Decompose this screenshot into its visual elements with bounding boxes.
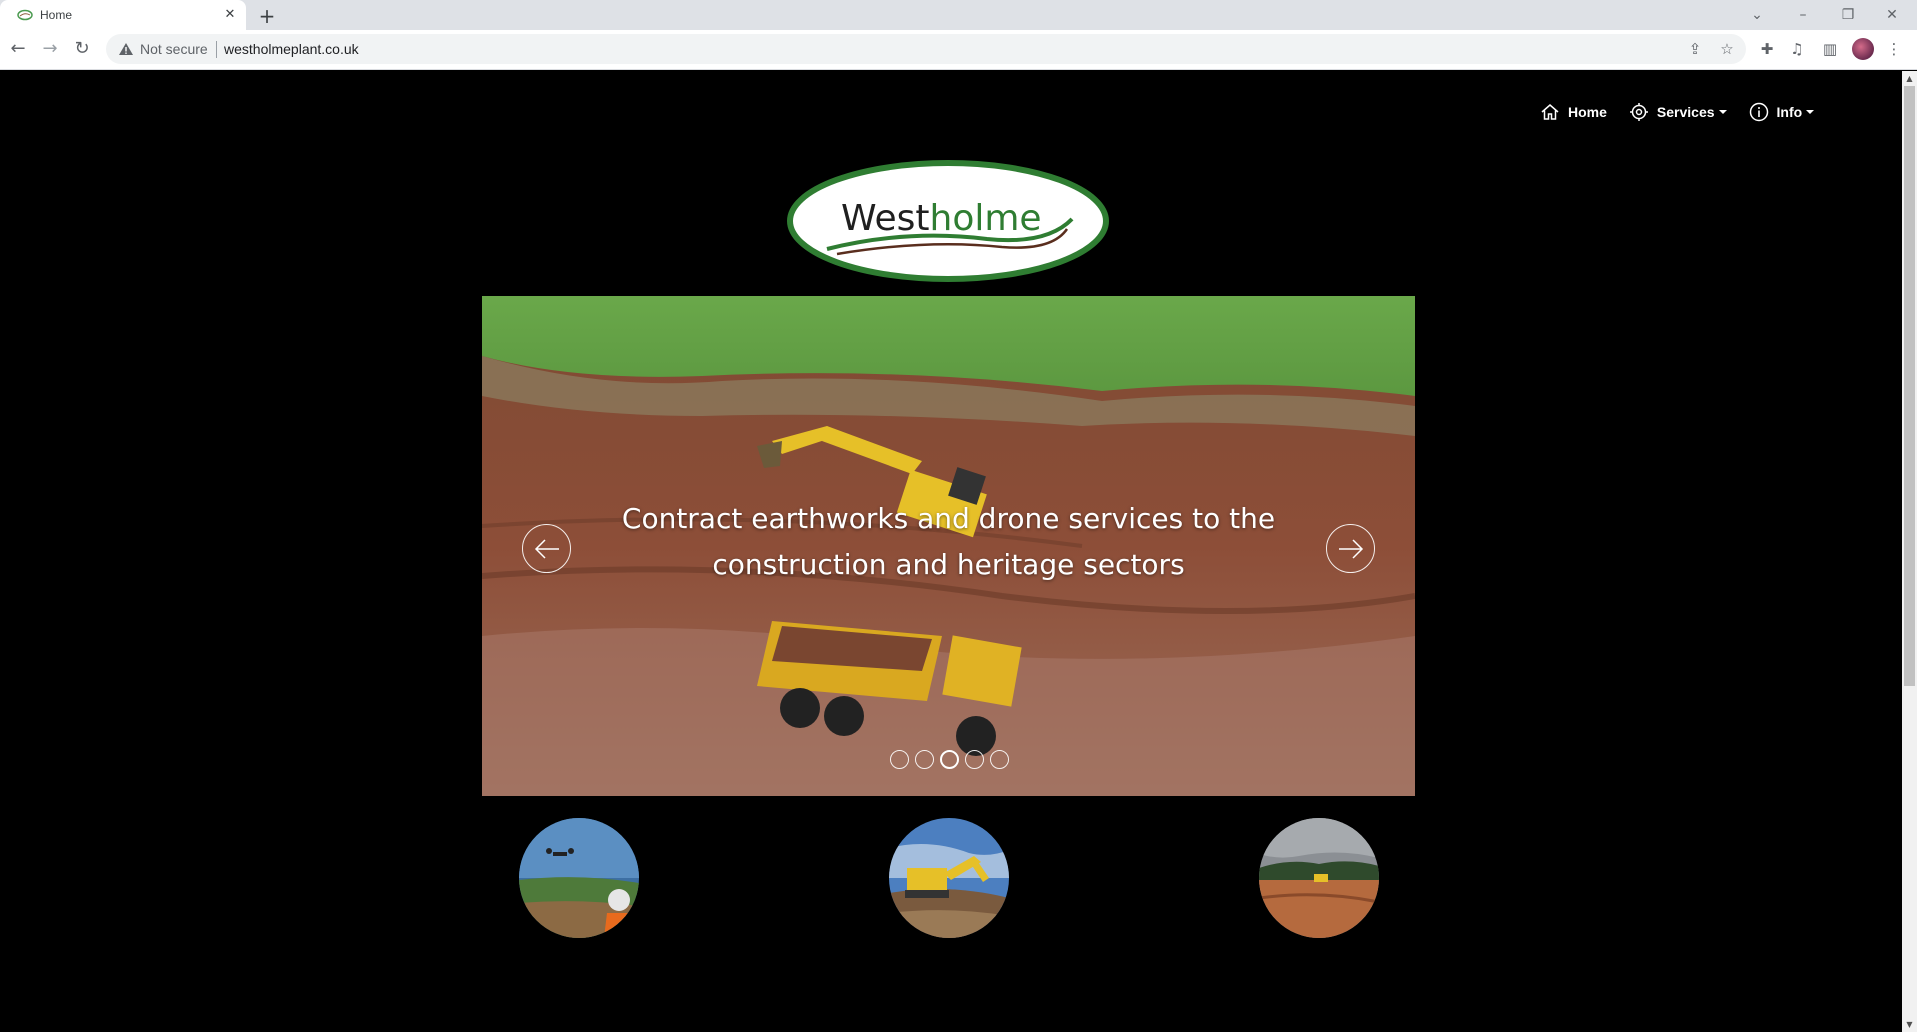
plus-icon[interactable]: + [255,5,279,27]
page-viewport: Home Services Info Westholme Contract ea… [0,71,1917,1032]
arrow-right-icon [1339,539,1364,559]
slider-dot-1[interactable] [890,750,909,769]
home-icon [1541,104,1559,120]
service-circle-excavation[interactable] [889,818,1009,938]
avatar[interactable] [1852,38,1874,60]
site-clearance-photo [1259,818,1379,938]
svg-text:Westholme: Westholme [841,198,1042,239]
scroll-down-icon[interactable]: ▼ [1902,1017,1917,1032]
nav-services[interactable]: Services [1629,102,1727,122]
slider-dot-3[interactable] [940,750,959,769]
nav-services-label: Services [1656,104,1715,120]
site-favicon-icon [17,9,33,21]
restore-icon[interactable]: ❐ [1836,4,1860,26]
service-circle-drone[interactable] [519,818,639,938]
slider-prev-button[interactable] [522,524,571,573]
url-text[interactable]: westholmeplant.co.uk [224,41,359,57]
browser-window: Home ✕ + ⌄ – ❐ ✕ ← → ↻ Not secure westho… [0,0,1917,1032]
close-icon[interactable]: ✕ [222,7,238,23]
minimize-icon[interactable]: – [1791,4,1815,26]
star-icon[interactable]: ☆ [1715,37,1739,61]
omnibox-divider [216,41,217,58]
tab-home[interactable]: Home ✕ [0,0,246,30]
slide-caption: Contract earthworks and drone services t… [482,496,1415,588]
nav-home-label: Home [1568,104,1607,120]
tab-strip: Home ✕ + ⌄ – ❐ ✕ [0,0,1917,30]
browser-toolbar: ← → ↻ Not secure westholmeplant.co.uk ⇪ … [0,30,1917,70]
forward-arrow-icon[interactable]: → [38,37,62,61]
nav-home[interactable]: Home [1540,102,1607,122]
scroll-up-icon[interactable]: ▲ [1902,71,1917,86]
puzzle-icon[interactable]: ✚ [1755,37,1779,61]
caret-down-icon [1806,110,1815,114]
media-queue-icon[interactable]: ♫ [1785,37,1809,61]
share-icon[interactable]: ⇪ [1683,37,1707,61]
slider-next-button[interactable] [1326,524,1375,573]
info-icon [1749,102,1768,122]
chevron-down-icon[interactable]: ⌄ [1745,4,1769,26]
service-circle-heritage[interactable] [1259,818,1379,938]
drone-photo [519,818,639,938]
side-panel-icon[interactable]: ▥ [1818,37,1842,61]
arrow-left-icon [534,539,559,559]
nav-info-label: Info [1776,104,1803,120]
slider-dot-2[interactable] [915,750,934,769]
slider-dot-5[interactable] [990,750,1009,769]
westholme-logo[interactable]: Westholme [787,159,1109,283]
tab-title: Home [40,8,73,22]
slider-pagination [890,750,1009,769]
back-arrow-icon[interactable]: ← [6,37,30,61]
site-nav: Home Services Info [1540,97,1815,127]
scrollbar-thumb[interactable] [1904,86,1915,686]
hero-slider: Contract earthworks and drone services t… [482,296,1415,796]
nav-info[interactable]: Info [1749,102,1815,122]
excavator-photo [889,818,1009,938]
window-close-icon[interactable]: ✕ [1880,4,1904,26]
address-bar[interactable]: Not secure westholmeplant.co.uk [106,34,1746,64]
caret-down-icon [1718,110,1727,114]
warning-icon [119,43,133,55]
reload-icon[interactable]: ↻ [70,37,94,61]
slider-dot-4[interactable] [965,750,984,769]
page-scrollbar[interactable]: ▲ ▼ [1902,71,1917,1032]
slide-caption-line2: construction and heritage sectors [712,548,1185,581]
kebab-menu-icon[interactable]: ⋮ [1882,37,1906,61]
slide-caption-line1: Contract earthworks and drone services t… [621,502,1276,535]
target-icon [1629,103,1648,121]
security-label[interactable]: Not secure [140,41,208,57]
